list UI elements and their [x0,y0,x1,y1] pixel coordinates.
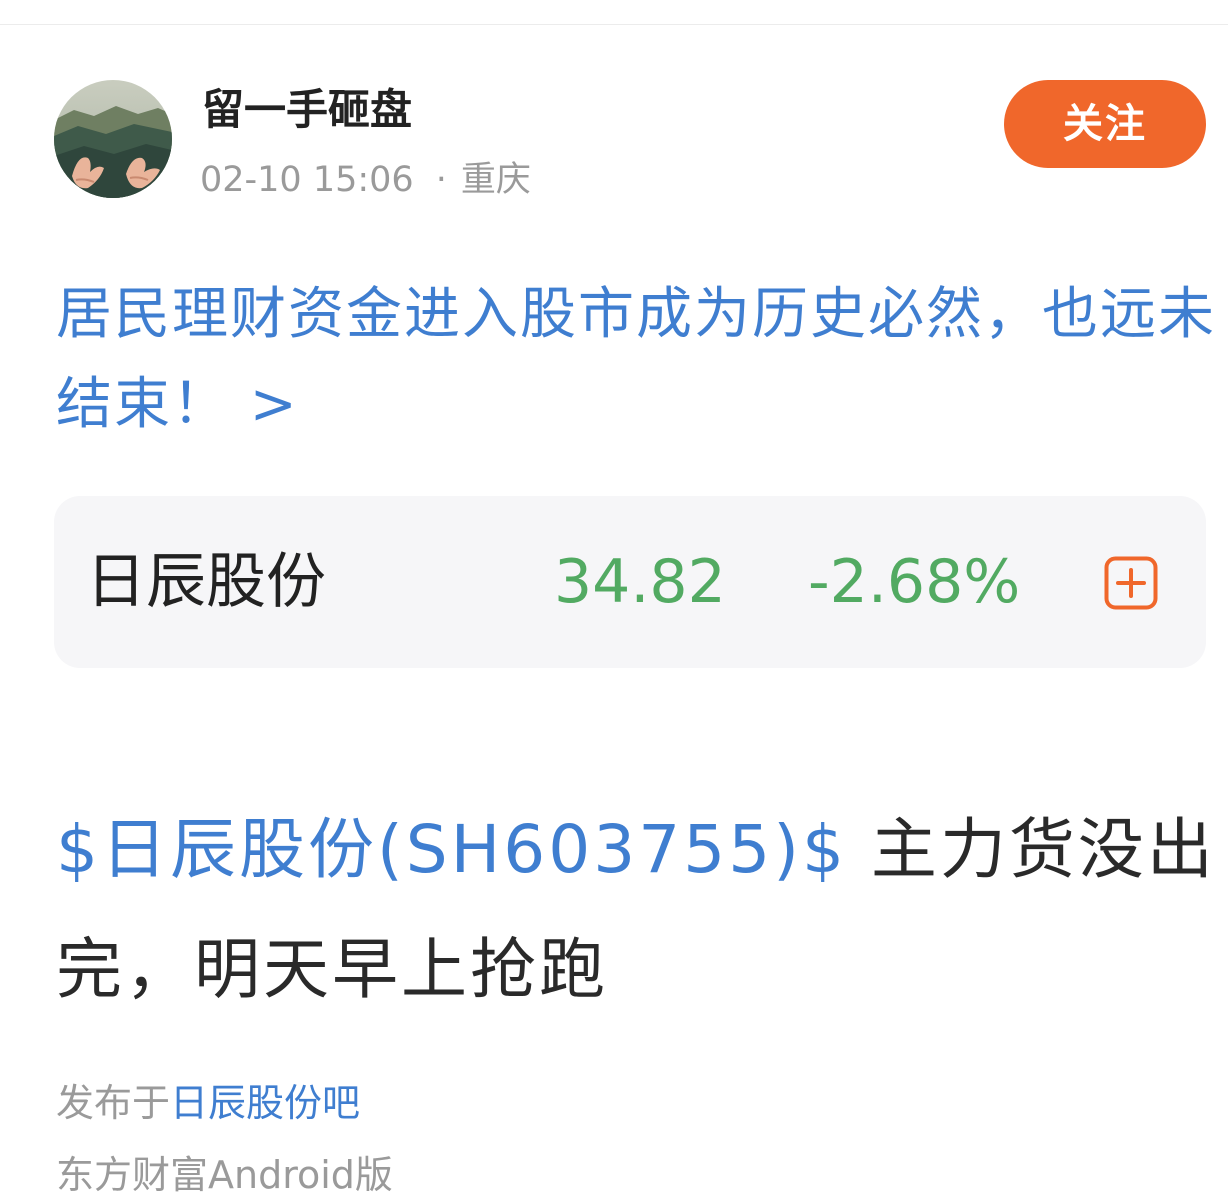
post-location: 重庆 [460,160,531,200]
post-meta: 02-10 15:06 · 重庆 [200,156,531,204]
author-row: 留一手砸盘 02-10 15:06 · 重庆 关注 [54,80,1206,200]
published-in: 发布于日辰股份吧 [56,1080,360,1126]
author-name[interactable]: 留一手砸盘 [202,82,412,138]
stock-tag-link[interactable]: $日辰股份(SH603755)$ [56,811,847,888]
published-prefix: 发布于 [56,1081,171,1125]
landscape-hands-avatar-icon [54,80,172,198]
add-to-watchlist-button[interactable] [1104,556,1158,610]
follow-button[interactable]: 关注 [1004,80,1206,168]
author-avatar[interactable] [54,80,172,198]
meta-separator: · [435,160,447,200]
stock-card[interactable]: 日辰股份 34.82 -2.68% [54,496,1206,668]
stock-change: -2.68% [808,547,1021,617]
post-source: 东方财富Android版 [56,1153,393,1197]
post-body: $日辰股份(SH603755)$ 主力货没出完，明天早上抢跑 [56,790,1216,1030]
post-date: 02-10 15:06 [200,160,414,200]
stock-price: 34.82 [554,547,726,617]
top-divider [0,24,1228,25]
plus-square-icon [1104,556,1158,610]
forum-link[interactable]: 日辰股份吧 [170,1081,360,1125]
stock-name: 日辰股份 [86,547,326,617]
post-title-link[interactable]: 居民理财资金进入股市成为历史必然，也远未结束！ > [56,270,1216,450]
